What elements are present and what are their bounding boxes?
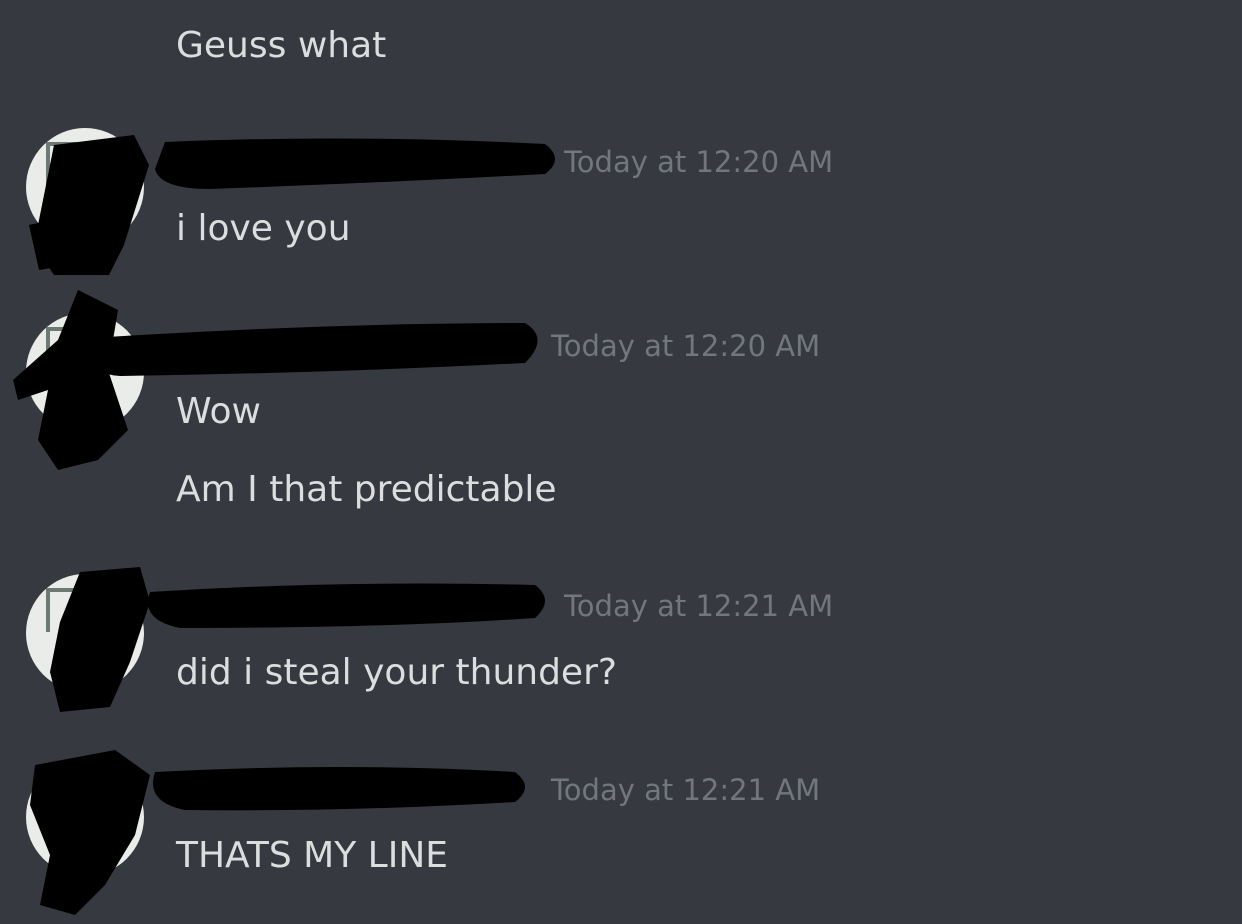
- author-redaction: [140, 580, 550, 630]
- redaction-scribble: [25, 745, 160, 920]
- message-timestamp: Today at 12:21 AM: [564, 589, 834, 623]
- author-redaction: [150, 134, 565, 194]
- message-text: did i steal your thunder?: [176, 652, 617, 693]
- message-text: Wow: [176, 391, 261, 432]
- message-text: THATS MY LINE: [176, 835, 449, 876]
- author-redaction: [145, 762, 530, 812]
- message-text: i love you: [176, 208, 351, 249]
- redaction-scribble: [14, 125, 164, 285]
- message-text: Geuss what: [176, 25, 387, 66]
- message-timestamp: Today at 12:20 AM: [551, 329, 821, 363]
- chat-messages: Geuss what Today at 12:20 AM i love you …: [0, 0, 1242, 924]
- message-timestamp: Today at 12:21 AM: [551, 773, 821, 807]
- message-text: Am I that predictable: [176, 469, 557, 510]
- author-redaction: [80, 318, 545, 378]
- message-timestamp: Today at 12:20 AM: [564, 145, 834, 179]
